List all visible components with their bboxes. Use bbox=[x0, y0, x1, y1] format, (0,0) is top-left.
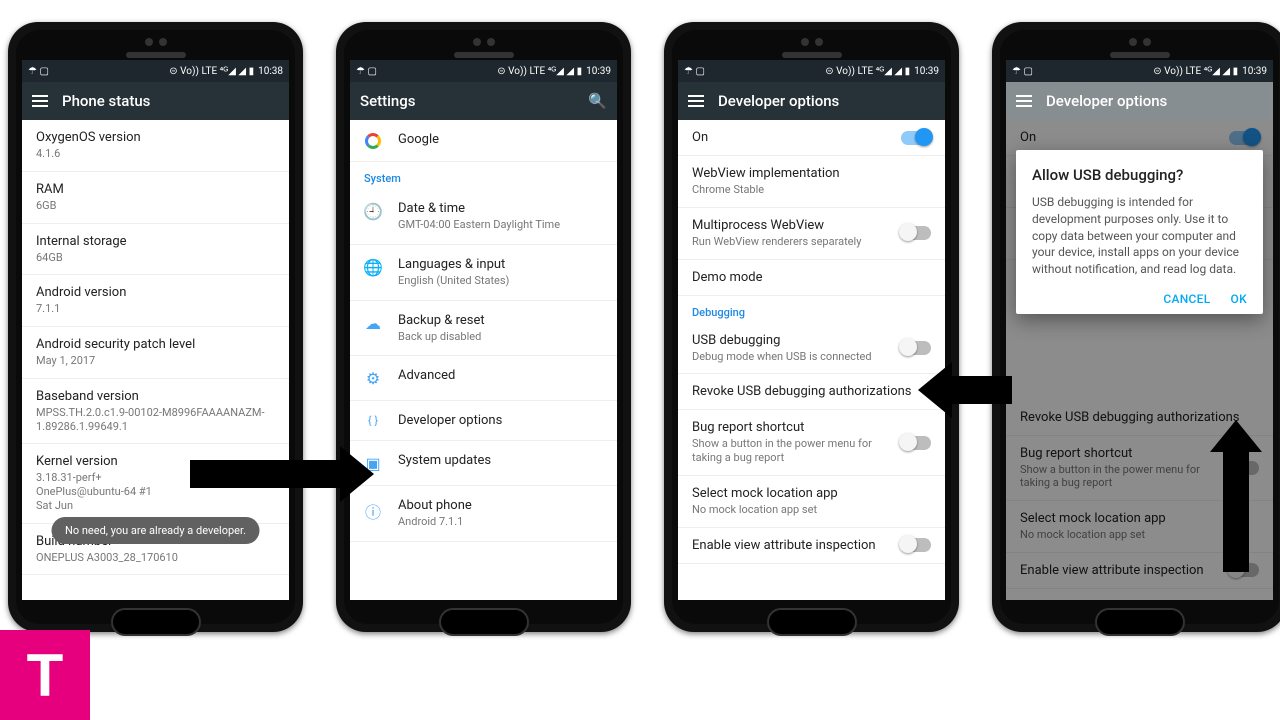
section-debugging: Debugging bbox=[678, 296, 945, 323]
row-system-updates[interactable]: ▣System updates bbox=[350, 441, 617, 486]
row-mock-location[interactable]: Select mock location appNo mock location… bbox=[678, 476, 945, 528]
screen-settings: ☂ ▢ ⊝ Vo)) LTE ⁴ᴳ◢ ◢ ▮10:39 Settings 🔍 G… bbox=[350, 60, 617, 600]
switch-master[interactable] bbox=[901, 131, 931, 145]
status-right-icons: ⊝ Vo)) LTE ⁴ᴳ◢ ◢ ▮ bbox=[169, 66, 254, 77]
row-languages[interactable]: 🌐Languages & inputEnglish (United States… bbox=[350, 245, 617, 301]
row-developer-options[interactable]: { }Developer options bbox=[350, 401, 617, 441]
appbar-title: Phone status bbox=[62, 92, 150, 110]
dialog-message: USB debugging is intended for developmen… bbox=[1032, 194, 1247, 278]
row-revoke-auth[interactable]: Revoke USB debugging authorizations bbox=[678, 374, 945, 410]
row-security-patch[interactable]: Android security patch levelMay 1, 2017 bbox=[22, 327, 289, 379]
cloud-icon: ☁ bbox=[364, 313, 382, 333]
hamburger-icon[interactable] bbox=[32, 92, 48, 110]
status-clock: 10:38 bbox=[258, 66, 283, 77]
row-advanced[interactable]: ⚙Advanced bbox=[350, 356, 617, 401]
switch-view-attr[interactable] bbox=[901, 538, 931, 552]
hamburger-icon[interactable] bbox=[688, 92, 704, 110]
search-icon[interactable]: 🔍 bbox=[588, 92, 607, 110]
arrow-step-3 bbox=[1210, 420, 1262, 572]
brand-logo: T bbox=[0, 630, 90, 720]
appbar-title: Developer options bbox=[718, 92, 839, 110]
info-icon: ⓘ bbox=[364, 498, 382, 523]
status-left-icons: ☂ ▢ bbox=[28, 66, 49, 77]
app-bar: Phone status bbox=[22, 82, 289, 120]
row-multiprocess-webview[interactable]: Multiprocess WebViewRun WebView renderer… bbox=[678, 208, 945, 260]
row-usb-debugging[interactable]: USB debuggingDebug mode when USB is conn… bbox=[678, 323, 945, 375]
toast-already-developer: No need, you are already a developer. bbox=[51, 517, 260, 544]
row-demo-mode[interactable]: Demo mode bbox=[678, 260, 945, 296]
row-view-attribute[interactable]: Enable view attribute inspection bbox=[678, 528, 945, 564]
home-button[interactable] bbox=[111, 608, 201, 636]
switch-multiprocess[interactable] bbox=[901, 226, 931, 240]
appbar-title: Settings bbox=[360, 92, 416, 110]
phone-3-frame: ☂ ▢ ⊝ Vo)) LTE ⁴ᴳ◢ ◢ ▮10:39 Developer op… bbox=[664, 22, 959, 632]
home-button[interactable] bbox=[1095, 608, 1185, 636]
globe-icon: 🌐 bbox=[364, 257, 382, 277]
arrow-step-1 bbox=[190, 446, 374, 502]
status-bar: ☂ ▢ ⊝ Vo)) LTE ⁴ᴳ◢ ◢ ▮10:39 bbox=[350, 60, 617, 82]
section-system: System bbox=[350, 162, 617, 189]
home-button[interactable] bbox=[439, 608, 529, 636]
gear-icon: ⚙ bbox=[364, 368, 382, 388]
row-ram[interactable]: RAM6GB bbox=[22, 172, 289, 224]
phone-status-list[interactable]: OxygenOS version4.1.6 RAM6GB Internal st… bbox=[22, 120, 289, 600]
dialog-title: Allow USB debugging? bbox=[1032, 166, 1247, 184]
settings-list[interactable]: Google System 🕘Date & timeGMT-04:00 East… bbox=[350, 120, 617, 600]
dialog-usb-debugging: Allow USB debugging? USB debugging is in… bbox=[1016, 150, 1263, 314]
screen-developer-options: ☂ ▢ ⊝ Vo)) LTE ⁴ᴳ◢ ◢ ▮10:39 Developer op… bbox=[678, 60, 945, 600]
screen-phone-status: ☂ ▢ ⊝ Vo)) LTE ⁴ᴳ◢ ◢ ▮ 10:38 Phone status… bbox=[22, 60, 289, 600]
hamburger-icon bbox=[1016, 92, 1032, 110]
app-bar: Developer options bbox=[1006, 82, 1273, 120]
phone-2-frame: ☂ ▢ ⊝ Vo)) LTE ⁴ᴳ◢ ◢ ▮10:39 Settings 🔍 G… bbox=[336, 22, 631, 632]
arrow-step-2 bbox=[918, 362, 1012, 418]
braces-icon: { } bbox=[364, 413, 382, 427]
row-webview-impl[interactable]: WebView implementationChrome Stable bbox=[678, 156, 945, 208]
status-bar: ☂ ▢ ⊝ Vo)) LTE ⁴ᴳ◢ ◢ ▮10:39 bbox=[678, 60, 945, 82]
app-bar: Settings 🔍 bbox=[350, 82, 617, 120]
google-icon bbox=[364, 132, 382, 149]
row-master-on[interactable]: On bbox=[678, 120, 945, 156]
app-bar: Developer options bbox=[678, 82, 945, 120]
row-storage[interactable]: Internal storage64GB bbox=[22, 224, 289, 276]
phone-inner: ☂ ▢ ⊝ Vo)) LTE ⁴ᴳ◢ ◢ ▮10:39 Settings 🔍 G… bbox=[344, 30, 623, 624]
status-bar: ☂ ▢ ⊝ Vo)) LTE ⁴ᴳ◢ ◢ ▮10:39 bbox=[1006, 60, 1273, 82]
switch-bug-report[interactable] bbox=[901, 436, 931, 450]
cancel-button[interactable]: CANCEL bbox=[1163, 292, 1210, 306]
phone-1-frame: ☂ ▢ ⊝ Vo)) LTE ⁴ᴳ◢ ◢ ▮ 10:38 Phone status… bbox=[8, 22, 303, 632]
row-baseband[interactable]: Baseband versionMPSS.TH.2.0.c1.9-00102-M… bbox=[22, 379, 289, 445]
row-backup[interactable]: ☁Backup & resetBack up disabled bbox=[350, 301, 617, 357]
switch-usb-debugging[interactable] bbox=[901, 341, 931, 355]
row-date-time[interactable]: 🕘Date & timeGMT-04:00 Eastern Daylight T… bbox=[350, 189, 617, 245]
status-bar: ☂ ▢ ⊝ Vo)) LTE ⁴ᴳ◢ ◢ ▮ 10:38 bbox=[22, 60, 289, 82]
row-about-phone[interactable]: ⓘAbout phoneAndroid 7.1.1 bbox=[350, 486, 617, 542]
ok-button[interactable]: OK bbox=[1231, 292, 1247, 306]
row-google[interactable]: Google bbox=[350, 120, 617, 162]
row-oxygenos[interactable]: OxygenOS version4.1.6 bbox=[22, 120, 289, 172]
row-bug-report-shortcut[interactable]: Bug report shortcutShow a button in the … bbox=[678, 410, 945, 476]
home-button[interactable] bbox=[767, 608, 857, 636]
row-android-version[interactable]: Android version7.1.1 bbox=[22, 275, 289, 327]
developer-options-list[interactable]: On WebView implementationChrome Stable M… bbox=[678, 120, 945, 600]
clock-icon: 🕘 bbox=[364, 201, 382, 221]
phone-inner: ☂ ▢ ⊝ Vo)) LTE ⁴ᴳ◢ ◢ ▮ 10:38 Phone status… bbox=[16, 30, 295, 624]
